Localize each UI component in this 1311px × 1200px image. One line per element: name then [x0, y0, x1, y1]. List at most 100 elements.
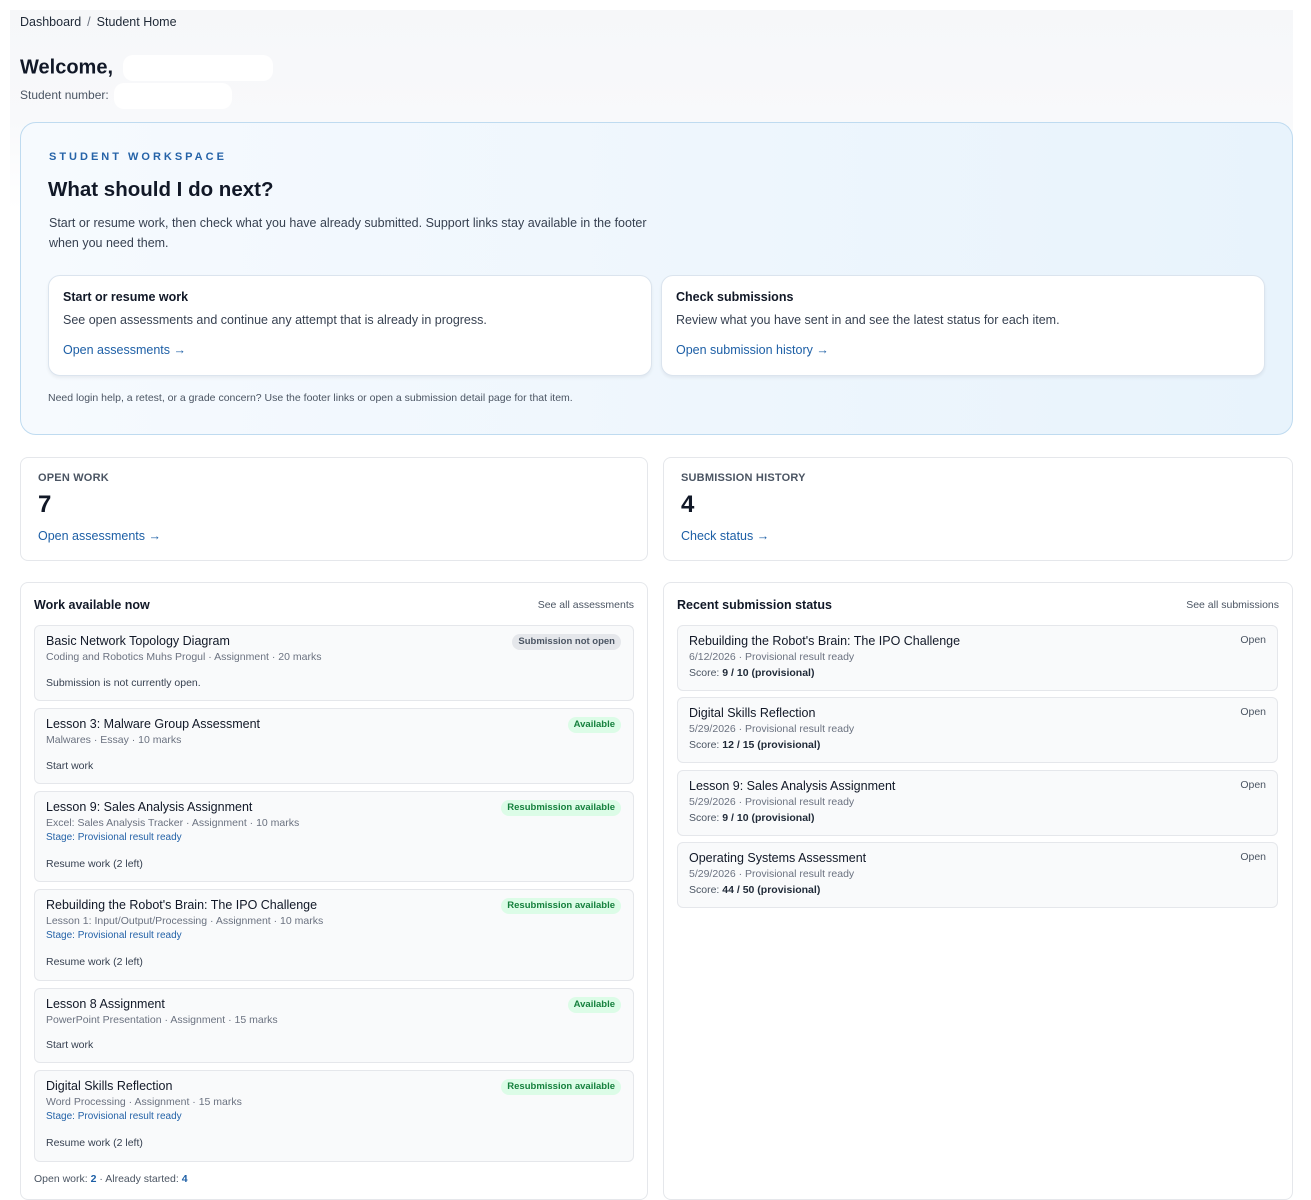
work-item[interactable]: Lesson 9: Sales Analysis Assignment Resu… — [34, 791, 634, 882]
breadcrumb-dashboard-link[interactable]: Dashboard — [20, 15, 81, 29]
breadcrumb-current: Student Home — [96, 15, 177, 29]
see-all-submissions-link[interactable]: See all submissions — [1186, 599, 1279, 611]
check-submissions-title: Check submissions — [676, 290, 794, 304]
submission-meta: 5/29/2026 · Provisional result ready — [689, 868, 855, 880]
work-item-meta: Malwares · Essay · 10 marks — [46, 734, 182, 746]
work-item[interactable]: Lesson 3: Malware Group Assessment Avail… — [34, 708, 634, 784]
workspace-title: What should I do next? — [48, 178, 274, 201]
resume-work-action[interactable]: Resume work (2 left) — [46, 1137, 143, 1149]
work-available-panel: Work available now See all assessments B… — [20, 582, 648, 1200]
page: Dashboard / Student Home Welcome, Student … — [10, 10, 1293, 1200]
score-value: 44 / 50 (provisional) — [722, 884, 821, 896]
submission-score: Score: 44 / 50 (provisional) — [689, 884, 820, 896]
submission-score: Score: 12 / 15 (provisional) — [689, 739, 820, 751]
work-available-title: Work available now — [34, 598, 150, 612]
open-work-summary-value: 2 — [90, 1173, 97, 1185]
work-item-meta: Excel: Sales Analysis Tracker · Assignme… — [46, 817, 300, 829]
status-badge: Resubmission available — [501, 1079, 621, 1095]
open-work-summary-label: Open work: — [34, 1173, 88, 1185]
work-item-stage: Stage: Provisional result ready — [46, 1111, 182, 1122]
score-value: 9 / 10 (provisional) — [722, 812, 815, 824]
student-workspace-panel: STUDENT WORKSPACE What should I do next?… — [20, 122, 1293, 435]
work-item-stage: Stage: Provisional result ready — [46, 832, 182, 843]
start-resume-title: Start or resume work — [63, 290, 189, 304]
status-badge: Submission not open — [512, 634, 621, 650]
start-resume-description: See open assessments and continue any at… — [63, 313, 487, 327]
status-badge: Resubmission available — [501, 898, 621, 914]
submission-title: Rebuilding the Robot's Brain: The IPO Ch… — [689, 634, 961, 648]
submission-meta: 5/29/2026 · Provisional result ready — [689, 796, 855, 808]
submission-history-count: 4 — [681, 491, 695, 518]
work-item-meta: Coding and Robotics Muhs Progul · Assign… — [46, 651, 322, 663]
work-item-title: Rebuilding the Robot's Brain: The IPO Ch… — [46, 898, 318, 912]
score-label: Score: — [689, 812, 720, 824]
submission-status: Open — [1240, 851, 1266, 863]
resume-work-action[interactable]: Resume work (2 left) — [46, 858, 143, 870]
submission-title: Operating Systems Assessment — [689, 851, 867, 865]
submission-history-stat-card: SUBMISSION HISTORY 4 Check status → — [663, 457, 1293, 561]
already-started-value: 4 — [181, 1173, 188, 1185]
see-all-assessments-link[interactable]: See all assessments — [538, 599, 634, 611]
submission-meta: 5/29/2026 · Provisional result ready — [689, 723, 855, 735]
work-item-stage: Stage: Provisional result ready — [46, 930, 182, 941]
already-started-label: Already started: — [105, 1173, 179, 1185]
redacted-student-name — [122, 55, 273, 81]
workspace-help-text: Need login help, a retest, or a grade co… — [48, 392, 573, 404]
submission-score: Score: 9 / 10 (provisional) — [689, 667, 814, 679]
submission-status: Open — [1240, 706, 1266, 718]
welcome-label: Welcome, — [20, 56, 113, 79]
submission-item[interactable]: Rebuilding the Robot's Brain: The IPO Ch… — [677, 625, 1278, 691]
breadcrumb: Dashboard / Student Home — [20, 15, 177, 29]
welcome-heading: Welcome, — [20, 55, 273, 81]
recent-submissions-title: Recent submission status — [677, 598, 832, 612]
start-work-action[interactable]: Start work — [46, 1039, 93, 1051]
work-item-title: Lesson 3: Malware Group Assessment — [46, 717, 260, 731]
open-assessments-link[interactable]: Open assessments → — [63, 343, 186, 357]
score-label: Score: — [689, 667, 720, 679]
submission-item[interactable]: Lesson 9: Sales Analysis Assignment Open… — [677, 770, 1278, 836]
work-item-status-text: Submission is not currently open. — [46, 677, 201, 689]
work-item[interactable]: Basic Network Topology Diagram Submissio… — [34, 625, 634, 701]
submission-item[interactable]: Digital Skills Reflection Open 5/29/2026… — [677, 697, 1278, 763]
check-submissions-card: Check submissions Review what you have s… — [661, 275, 1265, 376]
check-submissions-description: Review what you have sent in and see the… — [676, 313, 1060, 327]
submission-item[interactable]: Operating Systems Assessment Open 5/29/2… — [677, 842, 1278, 908]
score-value: 12 / 15 (provisional) — [722, 739, 821, 751]
workspace-kicker: STUDENT WORKSPACE — [49, 151, 227, 163]
status-badge: Available — [567, 997, 621, 1013]
check-status-link[interactable]: Check status → — [681, 529, 769, 543]
score-value: 9 / 10 (provisional) — [722, 667, 815, 679]
work-item-meta: Lesson 1: Input/Output/Processing · Assi… — [46, 915, 324, 927]
work-item-title: Digital Skills Reflection — [46, 1079, 173, 1093]
submission-meta: 6/12/2026 · Provisional result ready — [689, 651, 855, 663]
start-work-action[interactable]: Start work — [46, 760, 93, 772]
open-work-count: 7 — [38, 491, 52, 518]
resume-work-action[interactable]: Resume work (2 left) — [46, 956, 143, 968]
student-number-label: Student number: — [20, 88, 109, 103]
redacted-student-number — [114, 83, 233, 109]
score-label: Score: — [689, 884, 720, 896]
work-summary: Open work: 2 · Already started: 4 — [34, 1173, 188, 1185]
submission-status: Open — [1240, 634, 1266, 646]
work-item[interactable]: Lesson 8 Assignment Available PowerPoint… — [34, 988, 634, 1063]
work-item[interactable]: Rebuilding the Robot's Brain: The IPO Ch… — [34, 889, 634, 981]
start-resume-card: Start or resume work See open assessment… — [48, 275, 652, 376]
summary-separator: · — [99, 1173, 103, 1185]
work-item[interactable]: Digital Skills Reflection Resubmission a… — [34, 1070, 634, 1162]
workspace-description: Start or resume work, then check what yo… — [49, 216, 647, 250]
status-badge: Resubmission available — [501, 800, 621, 816]
submission-history-label: SUBMISSION HISTORY — [681, 472, 806, 484]
submission-score: Score: 9 / 10 (provisional) — [689, 812, 814, 824]
open-work-stat-card: OPEN WORK 7 Open assessments → — [20, 457, 648, 561]
submission-title: Lesson 9: Sales Analysis Assignment — [689, 779, 896, 793]
score-label: Score: — [689, 739, 720, 751]
recent-submissions-panel: Recent submission status See all submiss… — [663, 582, 1293, 1200]
breadcrumb-separator: / — [87, 15, 91, 29]
open-assessments-stat-link[interactable]: Open assessments → — [38, 529, 161, 543]
open-submission-history-link[interactable]: Open submission history → — [676, 343, 829, 357]
submission-title: Digital Skills Reflection — [689, 706, 816, 720]
work-item-meta: Word Processing · Assignment · 15 marks — [46, 1096, 242, 1108]
work-item-title: Lesson 8 Assignment — [46, 997, 165, 1011]
student-number: Student number: — [20, 83, 233, 109]
work-item-title: Lesson 9: Sales Analysis Assignment — [46, 800, 253, 814]
